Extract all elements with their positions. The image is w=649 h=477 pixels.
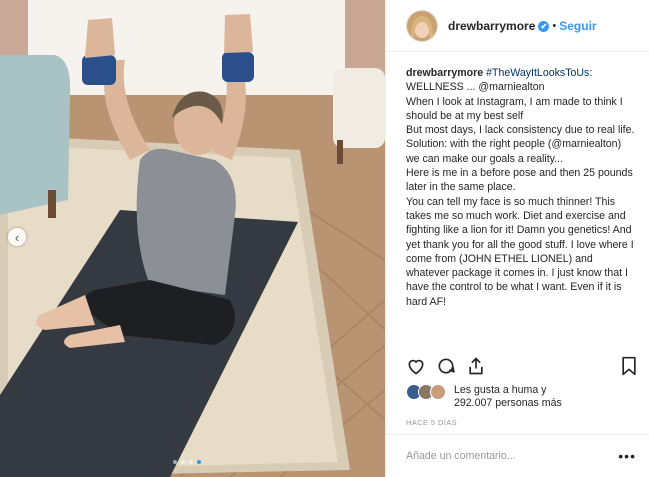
avatar[interactable] — [406, 9, 438, 42]
post-sidebar: drewbarrymore ✔ • Seguir drewbarrymore #T… — [385, 0, 649, 477]
caption-username[interactable]: drewbarrymore — [406, 67, 483, 79]
username-text[interactable]: drewbarrymore — [448, 19, 535, 33]
follow-button[interactable]: Seguir — [559, 19, 596, 33]
caption-line: You can tell my face is so much thinner!… — [406, 195, 634, 308]
carousel-dot — [189, 460, 193, 464]
comment-input[interactable]: Añade un comentario... — [406, 450, 618, 462]
likes-text[interactable]: Les gusta a huma y 292.007 personas más — [454, 384, 562, 414]
caption-line: WELLNESS ... @marniealton — [406, 81, 545, 94]
heart-icon[interactable] — [406, 356, 426, 381]
post-caption: drewbarrymore #TheWayItLooksToUs: WELLNE… — [406, 66, 636, 350]
header-separator: • — [552, 19, 557, 32]
avatar-image — [407, 10, 437, 41]
photo-illustration — [0, 0, 385, 477]
carousel-prev-button[interactable]: ‹ — [8, 228, 26, 246]
caption-hashtag[interactable]: #TheWayItLooksToUs: — [486, 67, 592, 79]
caption-first-line: drewbarrymore #TheWayItLooksToUs: — [406, 66, 636, 80]
likes-section: Les gusta a huma y 292.007 personas más — [406, 384, 638, 414]
caption-line: When I look at Instagram, I am made to t… — [406, 95, 623, 122]
liker-avatars[interactable] — [406, 384, 448, 414]
comment-icon[interactable] — [436, 356, 456, 381]
caption-line: Solution: with the right people (@marnie… — [406, 138, 622, 165]
post-actions — [406, 356, 638, 378]
instagram-post: ‹ drewbarrymore ✔ • Seguir drewbarrymore… — [0, 0, 649, 477]
likes-line-2: 292.007 personas más — [454, 397, 562, 409]
carousel-dot — [173, 460, 177, 464]
post-timestamp[interactable]: HACE 5 DÍAS — [406, 418, 457, 427]
post-header: drewbarrymore ✔ • Seguir — [386, 0, 649, 52]
post-photo[interactable]: ‹ — [0, 0, 385, 477]
chevron-left-icon: ‹ — [14, 229, 20, 245]
caption-line: Here is me in a before pose and then 25 … — [406, 167, 633, 194]
caption-line: But most days, I lack consistency due to… — [406, 124, 635, 137]
share-icon[interactable] — [466, 356, 486, 381]
liker-avatar — [430, 384, 446, 400]
comment-bar: Añade un comentario... ••• — [386, 434, 649, 477]
likes-line-1: Les gusta a huma y — [454, 384, 547, 396]
verified-badge-icon: ✔ — [538, 20, 550, 32]
header-username[interactable]: drewbarrymore ✔ — [448, 19, 550, 33]
carousel-dots — [173, 460, 201, 464]
carousel-dot — [181, 460, 185, 464]
more-options-icon[interactable]: ••• — [618, 448, 636, 464]
bookmark-icon[interactable] — [620, 356, 638, 381]
carousel-dot-active — [197, 460, 201, 464]
